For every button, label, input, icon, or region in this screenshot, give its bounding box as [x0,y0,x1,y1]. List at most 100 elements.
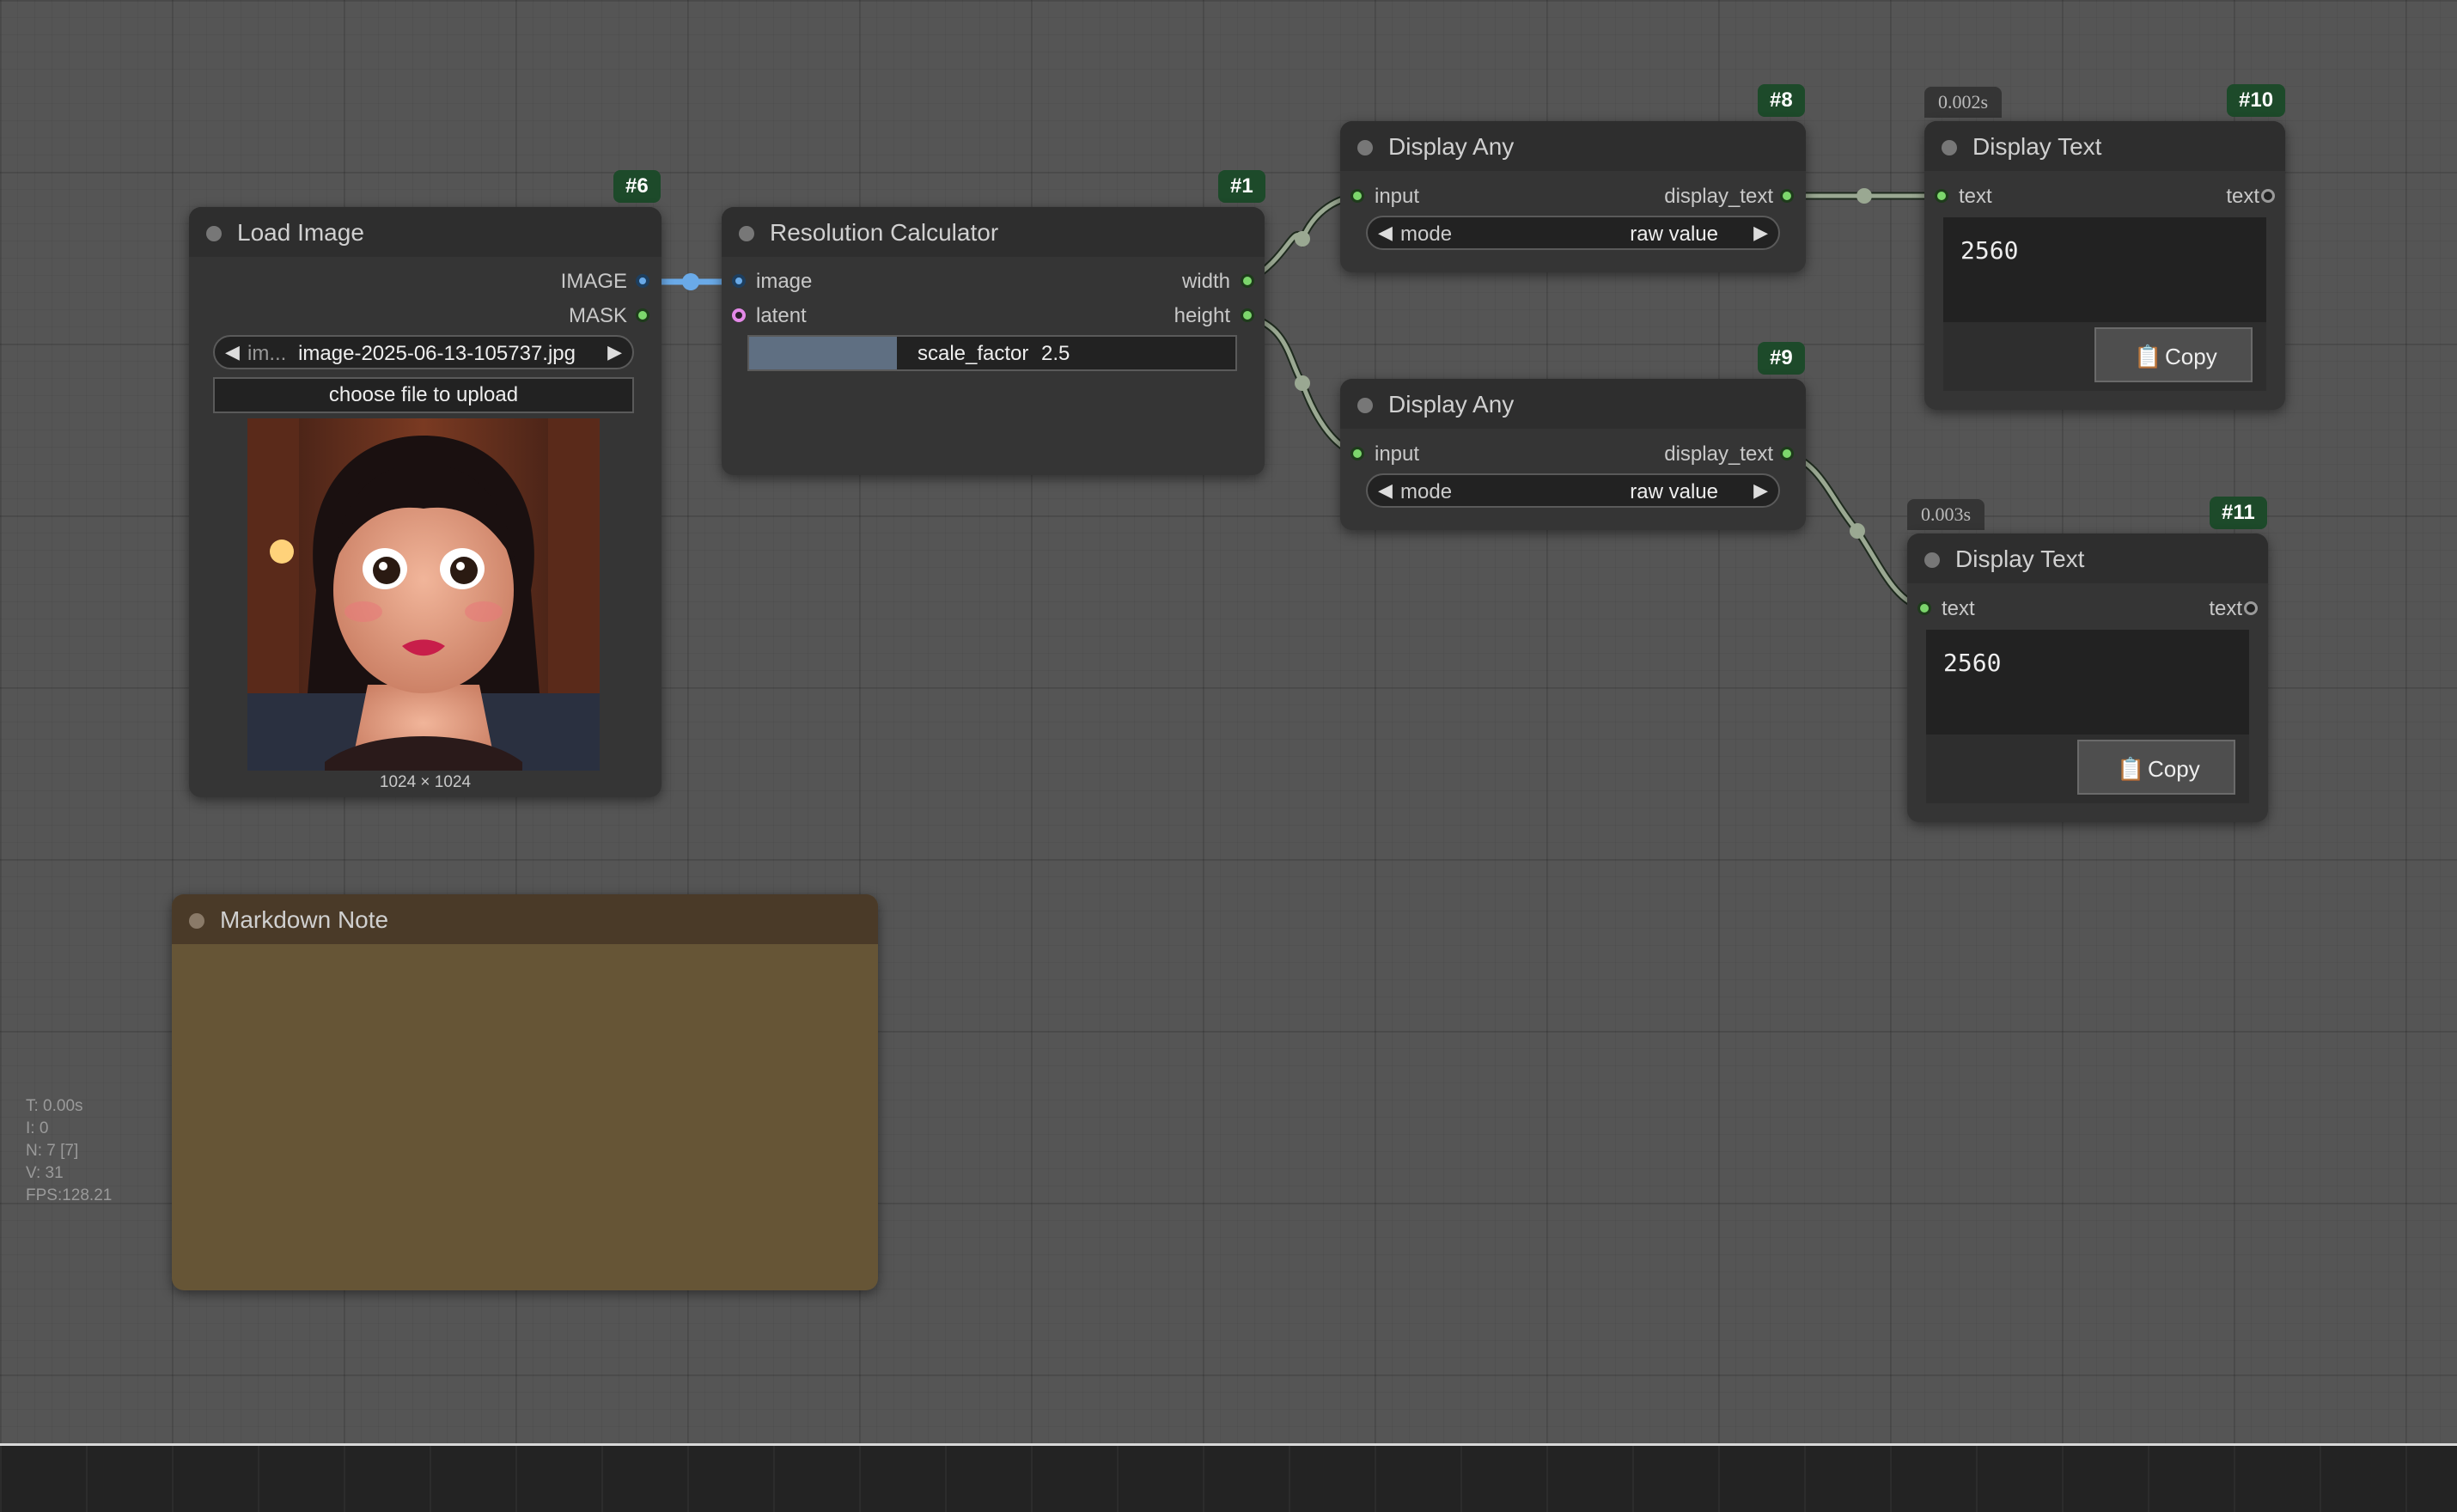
output-label-width: width [1181,270,1230,293]
collapse-dot-icon[interactable] [189,913,204,929]
node-title: Resolution Calculator [770,219,999,246]
node-id-badge: #11 [2210,497,2267,529]
output-label: text [2226,185,2259,208]
triangle-right-icon[interactable]: ▶ [1753,479,1768,502]
collapse-dot-icon[interactable] [1357,398,1373,413]
link-midpoint [682,273,699,290]
output-label-image: IMAGE [560,270,627,293]
copy-label: Copy [2165,344,2217,369]
output-slot-width[interactable] [1241,274,1254,288]
scale-factor-slider[interactable]: scale_factor 2.5 [747,335,1237,371]
node-display-any-8[interactable]: Display Any input display_text ◀ mode ra… [1340,121,1806,272]
input-slot-latent[interactable] [732,308,746,322]
output-slot-image[interactable] [636,274,649,288]
node-display-text-10[interactable]: Display Text text text 2560 📋 Copy [1924,121,2285,410]
collapse-dot-icon[interactable] [1924,552,1940,568]
copy-button[interactable]: 📋 Copy [2094,327,2253,382]
node-title-bar[interactable]: Display Any [1340,379,1806,429]
mode-combo[interactable]: ◀ mode raw value ▶ [1366,216,1780,250]
triangle-right-icon[interactable]: ▶ [607,341,622,363]
input-label: text [1942,597,1975,620]
upload-button[interactable]: choose file to upload [213,377,634,413]
input-label: input [1375,442,1420,466]
node-display-text-11[interactable]: Display Text text text 2560 📋 Copy [1907,533,2268,822]
mode-combo[interactable]: ◀ mode raw value ▶ [1366,473,1780,508]
triangle-left-icon[interactable]: ◀ [225,341,240,363]
node-id-badge: #9 [1758,342,1805,375]
collapse-dot-icon[interactable] [206,226,222,241]
text-output-area[interactable]: 2560 [1943,217,2266,322]
input-slot-input[interactable] [1350,447,1364,460]
output-label-height: height [1174,304,1230,327]
output-label: display_text [1664,442,1773,466]
output-slot-display-text[interactable] [1780,189,1794,203]
combo-label: mode [1400,480,1453,503]
output-slot-mask[interactable] [636,308,649,322]
node-title: Display Text [1955,546,2085,572]
output-slot-text[interactable] [2244,601,2258,615]
text-output-area[interactable]: 2560 [1926,630,2249,735]
input-label-image: image [756,270,813,293]
bottom-bar [0,1443,2457,1512]
clipboard-icon: 📋 [2134,344,2162,369]
node-title: Display Any [1388,133,1515,160]
collapse-dot-icon[interactable] [1942,140,1957,155]
node-markdown-note[interactable]: Markdown Note [172,894,878,1290]
output-slot-height[interactable] [1241,308,1254,322]
input-slot-image[interactable] [732,274,746,288]
node-id-badge: #8 [1758,84,1805,117]
link-midpoint [1295,231,1310,247]
note-content-area[interactable] [172,944,878,1290]
image-select-combo[interactable]: ◀ im... image-2025-06-13-105737.jpg ▶ [213,335,634,369]
node-resolution-calculator[interactable]: Resolution Calculator image latent width… [722,207,1265,475]
image-preview [247,418,600,771]
node-title-bar[interactable]: Load Image [189,207,662,257]
output-slot-text[interactable] [2261,189,2275,203]
input-label: input [1375,185,1420,208]
image-dimensions: 1024 × 1024 [379,773,472,791]
clipboard-icon: 📋 [2117,756,2145,782]
slider-value: 2.5 [1041,342,1070,365]
input-slot-text[interactable] [1935,189,1948,203]
node-title-bar[interactable]: Display Text [1924,121,2285,171]
node-title-bar[interactable]: Display Text [1907,533,2268,583]
execution-timer: 0.003s [1907,499,1985,530]
node-title-bar[interactable]: Markdown Note [172,894,878,944]
copy-label: Copy [2148,756,2200,782]
slider-label: scale_factor [918,342,1029,365]
node-title: Markdown Note [220,906,389,933]
link-midpoint [1856,188,1872,204]
execution-timer: 0.002s [1924,87,2003,118]
stat-iterations: I: 0 [26,1119,49,1137]
output-slot-display-text[interactable] [1780,447,1794,460]
output-label-mask: MASK [568,304,627,327]
node-title-bar[interactable]: Display Any [1340,121,1806,171]
node-title: Display Any [1388,391,1515,418]
stat-time: T: 0.00s [26,1097,83,1115]
node-id-badge: #1 [1218,170,1265,203]
triangle-right-icon[interactable]: ▶ [1753,222,1768,244]
node-title: Load Image [237,219,364,246]
combo-value: raw value [1630,480,1718,503]
output-label: text [2209,597,2242,620]
combo-label: mode [1400,223,1453,246]
node-id-badge: #10 [2227,84,2286,117]
stat-nodes: N: 7 [7] [26,1142,79,1160]
node-load-image[interactable]: Load Image IMAGE MASK ◀ im... image-2025… [189,207,662,797]
input-slot-input[interactable] [1350,189,1364,203]
input-label-latent: latent [756,304,807,327]
input-label: text [1959,185,1992,208]
collapse-dot-icon[interactable] [739,226,754,241]
stat-vertices: V: 31 [26,1164,64,1182]
combo-label: im... [247,342,287,365]
node-title-bar[interactable]: Resolution Calculator [722,207,1265,257]
node-title: Display Text [1972,133,2102,160]
triangle-left-icon[interactable]: ◀ [1378,479,1393,502]
output-label: display_text [1664,185,1773,208]
triangle-left-icon[interactable]: ◀ [1378,222,1393,244]
input-slot-text[interactable] [1917,601,1931,615]
copy-button[interactable]: 📋 Copy [2077,740,2235,795]
node-display-any-9[interactable]: Display Any input display_text ◀ mode ra… [1340,379,1806,530]
stat-fps: FPS:128.21 [26,1186,113,1204]
collapse-dot-icon[interactable] [1357,140,1373,155]
